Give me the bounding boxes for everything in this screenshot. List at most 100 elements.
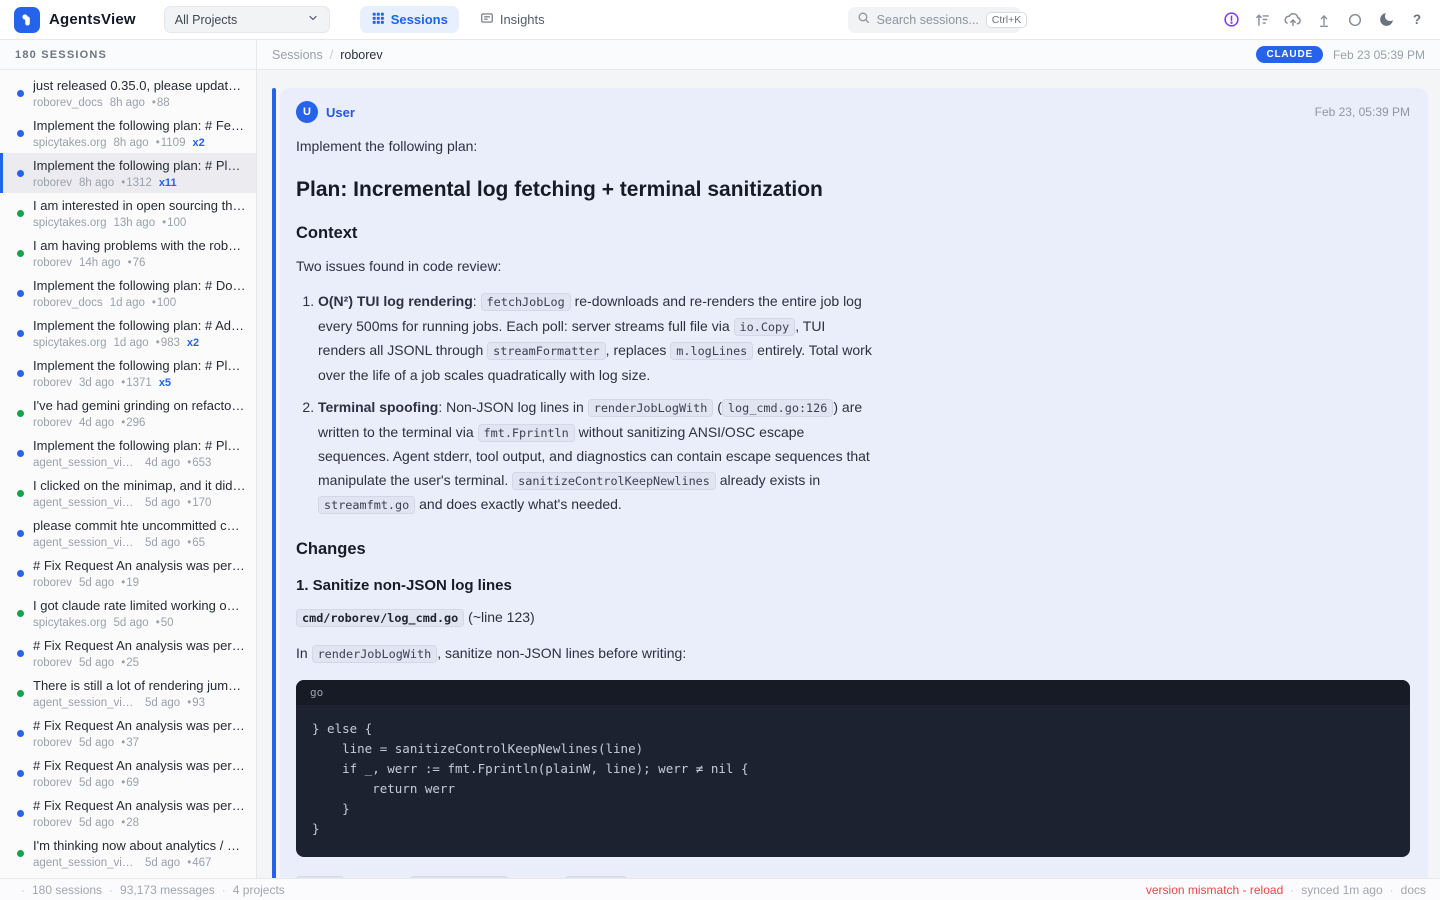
- session-list-item[interactable]: Implement the following plan: # Fee… spi…: [0, 113, 256, 153]
- code-language-label: go: [296, 680, 1410, 705]
- code-block[interactable]: go } else { line = sanitizeControlKeepNe…: [296, 680, 1410, 857]
- session-title: Implement the following plan: # Doc…: [33, 278, 246, 294]
- session-age: 5d ago: [114, 616, 149, 630]
- message-timestamp: Feb 23, 05:39 PM: [1315, 105, 1410, 119]
- nav-tab-insights[interactable]: Insights: [469, 6, 556, 33]
- session-list-item[interactable]: Implement the following plan: # Pla… rob…: [0, 353, 256, 393]
- session-status-dot: [17, 810, 24, 817]
- project-filter-dropdown[interactable]: All Projects: [164, 6, 330, 33]
- session-list-item[interactable]: I got claude rate limited working on … s…: [0, 593, 256, 633]
- session-project: agent_session_vie…: [33, 696, 138, 710]
- session-multiplier-badge: x2: [187, 336, 199, 350]
- session-title: # Fix Request An analysis was perfo…: [33, 758, 246, 774]
- session-status-dot: [17, 170, 24, 177]
- sync-icon[interactable]: [1346, 11, 1364, 29]
- session-title: # Fix Request An analysis was perfo…: [33, 558, 246, 574]
- conversation-pane[interactable]: U User Feb 23, 05:39 PM Implement the fo…: [257, 70, 1440, 878]
- search-shortcut-kbd: Ctrl+K: [986, 12, 1027, 28]
- session-status-dot: [17, 410, 24, 417]
- session-message-count: 25: [121, 656, 139, 670]
- session-meta-row: spicytakes.org 1d ago 983 x2: [33, 336, 246, 350]
- session-age: 1d ago: [114, 336, 149, 350]
- session-title: # Fix Request An analysis was perfo…: [33, 798, 246, 814]
- docs-link[interactable]: docs: [1383, 883, 1426, 897]
- session-message-count: 37: [121, 736, 139, 750]
- session-project: agent_session_vie…: [33, 496, 138, 510]
- session-meta-row: roborev 5d ago 37: [33, 736, 246, 750]
- sidebar-header: 180 Sessions: [0, 40, 257, 69]
- session-status-dot: [17, 130, 24, 137]
- breadcrumb-sessions-link[interactable]: Sessions: [272, 48, 323, 62]
- session-list-item[interactable]: I am interested in open sourcing this… s…: [0, 193, 256, 233]
- session-list-item[interactable]: Implement the following plan: # Pla… age…: [0, 433, 256, 473]
- session-list-item[interactable]: just released 0.35.0, please update … ro…: [0, 73, 256, 113]
- search-input[interactable]: Search sessions... Ctrl+K: [848, 7, 1021, 33]
- status-bar: 180 sessions93,173 messages4 projects ve…: [0, 878, 1440, 900]
- status-total-item: 93,173 messages: [102, 883, 215, 897]
- session-project: roborev: [33, 176, 72, 190]
- session-list-item[interactable]: I'm thinking now about analytics / d… ag…: [0, 833, 256, 873]
- cloud-upload-icon[interactable]: [1284, 11, 1302, 29]
- status-totals: 180 sessions93,173 messages4 projects: [14, 883, 285, 897]
- session-message-count: 983: [156, 336, 180, 350]
- session-meta-row: agent_session_vie… 5d ago 65: [33, 536, 246, 550]
- session-project: roborev: [33, 736, 72, 750]
- session-list-item[interactable]: I am having problems with the robor… rob…: [0, 233, 256, 273]
- session-list-item[interactable]: I clicked on the minimap, and it did … a…: [0, 473, 256, 513]
- session-list-item[interactable]: # Fix Request An analysis was perfo… rob…: [0, 553, 256, 593]
- session-message-count: 93: [187, 696, 205, 710]
- session-list-item[interactable]: please commit hte uncommitted ch… agent_…: [0, 513, 256, 553]
- session-list-item[interactable]: # Fix Request An analysis was perfo… rob…: [0, 713, 256, 753]
- session-meta-row: spicytakes.org 5d ago 50: [33, 616, 246, 630]
- session-meta: CLAUDE Feb 23 05:39 PM: [1256, 46, 1425, 63]
- session-project: roborev: [33, 576, 72, 590]
- session-age: 5d ago: [145, 696, 180, 710]
- session-list-item[interactable]: Implement the following plan: # Pla… rob…: [0, 153, 256, 193]
- session-age: 5d ago: [79, 656, 114, 670]
- session-age: 5d ago: [79, 736, 114, 750]
- session-message-count: 170: [187, 496, 211, 510]
- app-logo-icon[interactable]: [14, 7, 40, 33]
- nav-tab-sessions[interactable]: Sessions: [360, 6, 459, 33]
- alert-icon[interactable]: [1222, 11, 1240, 29]
- code-content: } else { line = sanitizeControlKeepNewli…: [296, 705, 1410, 857]
- session-meta-row: roborev 8h ago 1312 x11: [33, 176, 246, 190]
- session-message-count: 69: [121, 776, 139, 790]
- context-heading: Context: [296, 224, 1410, 243]
- plan-intro: Implement the following plan:: [296, 135, 874, 158]
- session-list-item[interactable]: # Fix Request An analysis was perfo… rob…: [0, 753, 256, 793]
- session-status-dot: [17, 450, 24, 457]
- session-project: roborev: [33, 376, 72, 390]
- theme-moon-icon[interactable]: [1377, 11, 1395, 29]
- session-list-item[interactable]: Implement the following plan: # Add… spi…: [0, 313, 256, 353]
- session-age: 14h ago: [79, 256, 121, 270]
- version-mismatch-reload-link[interactable]: version mismatch - reload: [1146, 883, 1283, 897]
- session-message-count: 76: [128, 256, 146, 270]
- session-meta-row: roborev_docs 1d ago 100: [33, 296, 246, 310]
- breadcrumb: Sessions / roborev: [272, 48, 383, 62]
- help-icon[interactable]: ?: [1408, 11, 1426, 29]
- session-list-item[interactable]: Implement the following plan: # Doc… rob…: [0, 273, 256, 313]
- session-multiplier-badge: x2: [192, 136, 204, 150]
- search-icon: [857, 11, 870, 29]
- session-message-count: 65: [187, 536, 205, 550]
- status-total-item: 180 sessions: [14, 883, 102, 897]
- session-list-item[interactable]: There is still a lot of rendering jumpi……: [0, 673, 256, 713]
- activity-icon[interactable]: [1253, 11, 1271, 29]
- session-project: roborev: [33, 416, 72, 430]
- session-list-item[interactable]: I've had gemini grinding on refactor… ro…: [0, 393, 256, 433]
- session-list-item[interactable]: # Fix Request An analysis was perfo… rob…: [0, 793, 256, 833]
- project-filter-value: All Projects: [175, 13, 238, 27]
- session-age: 5d ago: [145, 856, 180, 870]
- session-title: Implement the following plan: # Fee…: [33, 118, 246, 134]
- upload-icon[interactable]: [1315, 11, 1333, 29]
- session-meta-row: roborev 5d ago 25: [33, 656, 246, 670]
- session-message-count: 653: [187, 456, 211, 470]
- nav-sessions-label: Sessions: [391, 12, 448, 27]
- session-project: roborev: [33, 816, 72, 830]
- session-meta-row: roborev 3d ago 1371 x5: [33, 376, 246, 390]
- session-list-item[interactable]: # Fix Request An analysis was perfo… rob…: [0, 633, 256, 673]
- message-content: Implement the following plan: Plan: Incr…: [296, 135, 1410, 878]
- insights-icon: [480, 11, 494, 28]
- session-status-dot: [17, 530, 24, 537]
